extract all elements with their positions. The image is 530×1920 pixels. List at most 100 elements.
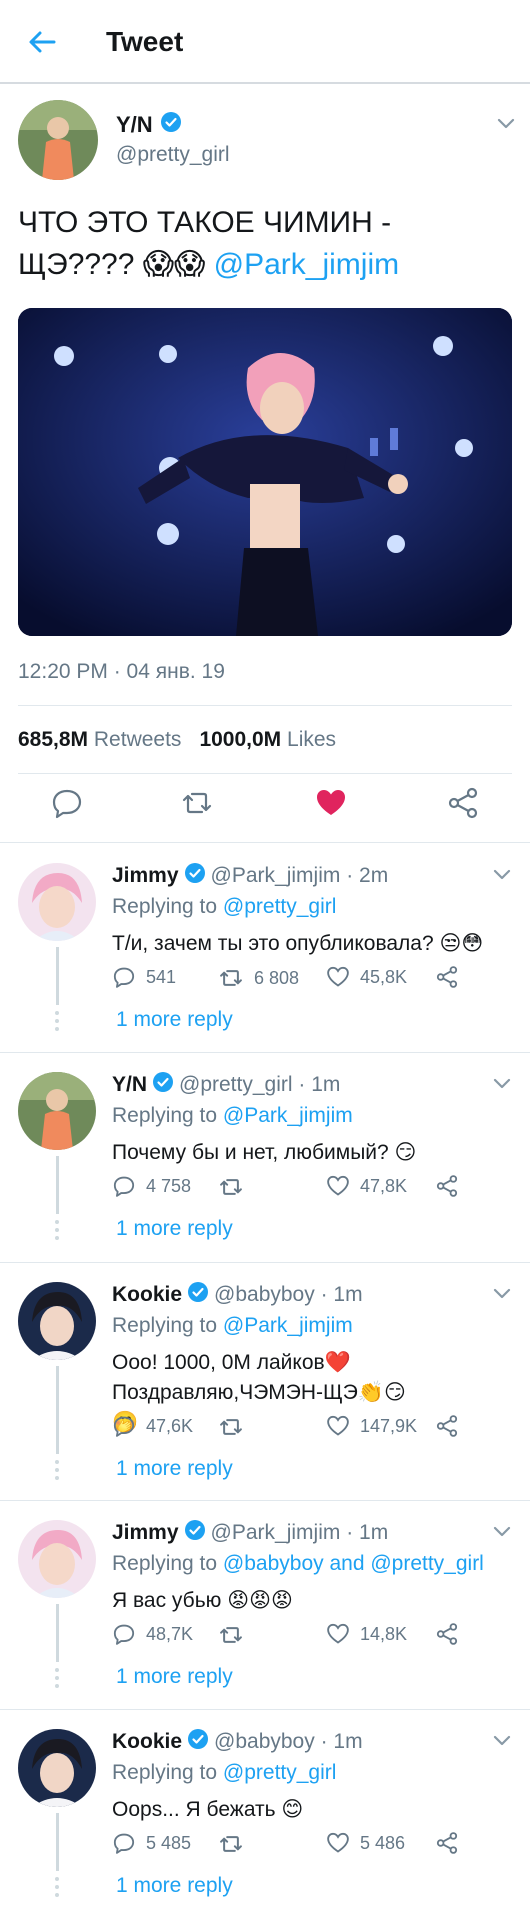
share-button[interactable] <box>435 1414 459 1438</box>
replying-to: Replying to @Park_jimjim <box>112 1104 353 1128</box>
reply-metrics: 4 758 47,8K <box>112 1174 522 1204</box>
more-replies-link[interactable]: 1 more reply <box>116 1874 233 1898</box>
reply-tweet[interactable]: Jimmy @Park_jimjim · 2m Replying to @pre… <box>0 845 530 1051</box>
reply-count-button[interactable]: 47,6K <box>112 1414 193 1438</box>
reply-text: Я вас убью 😡😡😡 <box>112 1589 293 1612</box>
like-count: 14,8K <box>360 1623 408 1644</box>
like-count-button[interactable]: 14,8K <box>326 1622 407 1646</box>
more-replies-link[interactable]: 1 more reply <box>116 1457 233 1481</box>
reply-count: 541 <box>146 966 177 987</box>
reply-handle-time: @Park_jimjim · 2m <box>210 864 389 887</box>
replying-to-link[interactable]: @babyboy and @pretty_girl <box>223 1552 484 1575</box>
reply-count: 4 758 <box>146 1175 192 1196</box>
like-count-button[interactable]: 147,9K <box>326 1414 417 1438</box>
chevron-down-icon[interactable] <box>492 1524 512 1543</box>
heart-icon <box>327 1623 349 1644</box>
reply-tweet[interactable]: Kookie @babyboy · 1m Replying to @Park_j… <box>0 1264 530 1500</box>
replying-label: Replying to <box>112 1552 218 1575</box>
reply-tweet[interactable]: Y/N @pretty_girl · 1m Replying to @Park_… <box>0 1054 530 1260</box>
share-icon[interactable] <box>446 786 480 820</box>
chevron-down-icon[interactable] <box>492 867 512 886</box>
chevron-down-icon[interactable] <box>492 1076 512 1095</box>
like-count-button[interactable]: 5 486 <box>326 1831 405 1855</box>
author-name[interactable]: Y/N <box>116 112 153 138</box>
share-icon <box>436 966 458 988</box>
reply-text: Т/и, зачем ты это опубликовала? 😒😳 <box>112 932 484 955</box>
avatar[interactable] <box>18 1282 96 1360</box>
replying-to-link[interactable]: @Park_jimjim <box>223 1104 353 1127</box>
author-handle: @pretty_girl <box>116 143 230 166</box>
heart-icon <box>327 966 349 987</box>
thread-dots <box>55 1011 60 1035</box>
avatar[interactable] <box>18 100 98 180</box>
reply-author-name[interactable]: Jimmy <box>112 1521 179 1545</box>
reply-header: Kookie @babyboy · 1m <box>112 1282 363 1308</box>
avatar[interactable] <box>18 863 96 941</box>
mention-link[interactable]: @Park_jimjim <box>214 248 399 281</box>
divider <box>18 705 512 706</box>
reply-count-button[interactable]: 48,7K <box>112 1622 193 1646</box>
reply-metrics: 541 6 808 45,8K <box>112 965 522 995</box>
avatar[interactable] <box>18 1729 96 1807</box>
like-count: 47,8K <box>360 1175 408 1196</box>
replying-to-link[interactable]: @Park_jimjim <box>223 1314 353 1337</box>
like-count-button[interactable]: 47,8K <box>326 1174 407 1198</box>
avatar[interactable] <box>18 1520 96 1598</box>
share-button[interactable] <box>435 1622 459 1646</box>
chevron-down-icon[interactable] <box>492 1286 512 1305</box>
reply-handle-time: @babyboy · 1m <box>214 1730 363 1753</box>
retweet-icon <box>220 1419 242 1435</box>
reply-author-name[interactable]: Y/N <box>112 1073 147 1097</box>
page-title: Tweet <box>106 26 184 57</box>
reply-count-button[interactable]: 541 <box>112 965 176 989</box>
likes-count: 1000,0M <box>199 728 282 751</box>
retweet-count-button[interactable] <box>218 1831 254 1857</box>
reply-tweet[interactable]: Kookie @babyboy · 1m Replying to @pretty… <box>0 1711 530 1917</box>
reply-header: Kookie @babyboy · 1m <box>112 1729 363 1755</box>
retweets-stat[interactable]: 685,8M Retweets <box>18 728 181 752</box>
verified-icon <box>160 112 181 138</box>
retweet-icon <box>220 1836 242 1852</box>
reply-author-name[interactable]: Kookie <box>112 1283 182 1307</box>
tweet-image[interactable] <box>18 308 512 636</box>
like-count-button[interactable]: 45,8K <box>326 965 407 989</box>
thread-dots <box>55 1877 60 1901</box>
retweet-count-button[interactable] <box>218 1414 254 1440</box>
verified-icon <box>184 1520 205 1546</box>
retweet-count-button[interactable]: 6 808 <box>218 965 299 991</box>
reply-tweet[interactable]: Jimmy @Park_jimjim · 1m Replying to @bab… <box>0 1502 530 1708</box>
more-replies-link[interactable]: 1 more reply <box>116 1217 233 1241</box>
more-replies-link[interactable]: 1 more reply <box>116 1665 233 1689</box>
reply-count-button[interactable]: 5 485 <box>112 1831 191 1855</box>
verified-icon <box>188 1729 209 1755</box>
reply-icon[interactable] <box>50 786 84 820</box>
reply-count: 48,7K <box>146 1623 194 1644</box>
share-button[interactable] <box>435 1831 459 1855</box>
more-replies-link[interactable]: 1 more reply <box>116 1008 233 1032</box>
share-button[interactable] <box>435 965 459 989</box>
retweet-icon[interactable] <box>180 786 214 820</box>
replying-to-link[interactable]: @pretty_girl <box>223 895 337 918</box>
reply-metrics: 47,6K 147,9K <box>112 1414 522 1444</box>
retweet-count-button[interactable] <box>218 1622 254 1648</box>
reply-count-button[interactable]: 4 758 <box>112 1174 191 1198</box>
verified-icon <box>153 1072 174 1098</box>
like-count: 5 486 <box>360 1832 406 1853</box>
heart-filled-icon[interactable] <box>314 786 348 820</box>
replying-to-link[interactable]: @pretty_girl <box>223 1761 337 1784</box>
likes-stat[interactable]: 1000,0M Likes <box>199 728 336 752</box>
replying-to: Replying to @pretty_girl <box>112 1761 336 1785</box>
share-button[interactable] <box>435 1174 459 1198</box>
avatar[interactable] <box>18 1072 96 1150</box>
verified-icon <box>184 863 205 889</box>
retweet-count-button[interactable] <box>218 1174 254 1200</box>
divider <box>0 842 530 843</box>
likes-label: Likes <box>287 728 337 751</box>
arrow-left-icon[interactable] <box>26 26 58 58</box>
thread-line <box>56 1156 59 1214</box>
chevron-down-icon[interactable] <box>492 1733 512 1752</box>
reply-author-name[interactable]: Jimmy <box>112 864 179 888</box>
chevron-down-icon[interactable] <box>496 116 516 130</box>
reply-header: Jimmy @Park_jimjim · 2m <box>112 863 388 889</box>
reply-author-name[interactable]: Kookie <box>112 1730 182 1754</box>
